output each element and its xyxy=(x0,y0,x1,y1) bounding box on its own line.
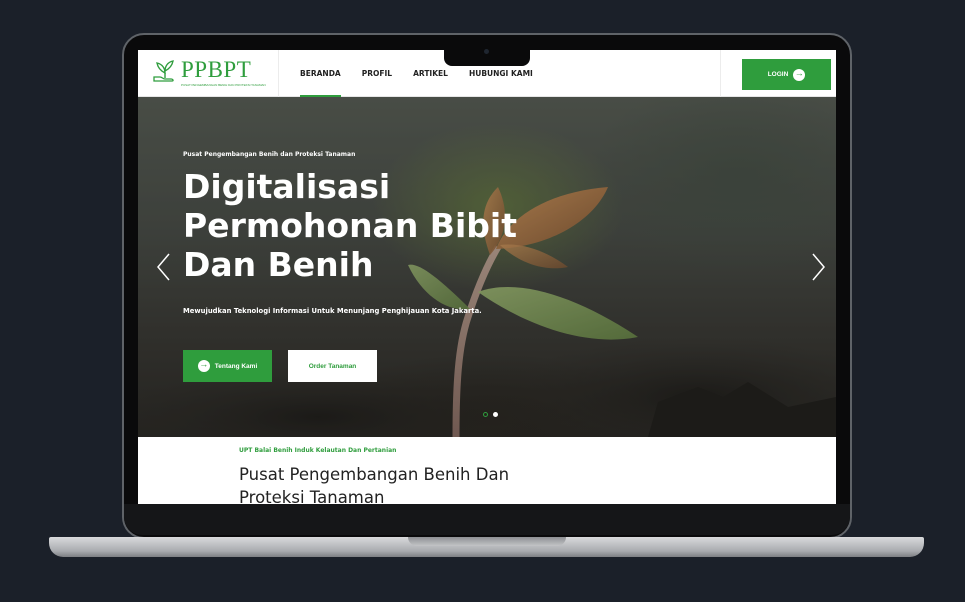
about-section: UPT Balai Benih Induk Kelautan Dan Perta… xyxy=(138,437,836,504)
logo[interactable]: PPBPT PUSAT PENGEMBANGAN BENIH DAN PROTE… xyxy=(153,57,266,87)
nav-item-profil[interactable]: PROFIL xyxy=(362,50,392,97)
about-us-label: Tentang Kami xyxy=(214,362,258,370)
section-eyebrow: UPT Balai Benih Induk Kelautan Dan Perta… xyxy=(239,447,397,454)
order-plant-button[interactable]: Order Tanaman xyxy=(288,350,377,382)
slider-dot-2[interactable] xyxy=(493,412,498,417)
header-divider xyxy=(278,50,279,97)
slider-dot-1[interactable] xyxy=(483,412,488,417)
hero-subtitle: Mewujudkan Teknologi Informasi Untuk Men… xyxy=(183,307,482,315)
slider-dots xyxy=(483,412,498,417)
logo-text: PPBPT xyxy=(181,57,252,82)
hero-title: Digitalisasi Permohonan Bibit Dan Benih xyxy=(183,167,517,284)
chevron-left-icon[interactable] xyxy=(156,252,172,282)
logo-tagline: PUSAT PENGEMBANGAN BENIH DAN PROTEKSI TA… xyxy=(181,83,266,87)
nav-item-beranda[interactable]: BERANDA xyxy=(300,50,341,97)
nav-item-artikel[interactable]: ARTIKEL xyxy=(413,50,448,97)
camera-icon xyxy=(484,49,489,54)
hand-with-sprout-icon xyxy=(153,60,174,82)
hero-eyebrow: Pusat Pengembangan Benih dan Proteksi Ta… xyxy=(183,151,356,158)
arrow-right-circle-icon xyxy=(197,359,210,372)
login-button[interactable]: LOGIN xyxy=(742,59,831,90)
chevron-right-icon[interactable] xyxy=(810,252,826,282)
header-divider-right xyxy=(720,50,721,97)
laptop-bezel-bottom xyxy=(124,504,850,535)
hero-slider: Pusat Pengembangan Benih dan Proteksi Ta… xyxy=(138,97,836,437)
section-title: Pusat Pengembangan Benih Dan Proteksi Ta… xyxy=(239,465,510,504)
about-us-button[interactable]: Tentang Kami xyxy=(183,350,272,382)
order-plant-label: Order Tanaman xyxy=(308,362,357,370)
screen: PPBPT PUSAT PENGEMBANGAN BENIH DAN PROTE… xyxy=(138,50,836,504)
login-label: LOGIN xyxy=(767,71,789,78)
arrow-right-circle-icon xyxy=(793,68,806,81)
laptop-base-groove xyxy=(408,537,566,546)
